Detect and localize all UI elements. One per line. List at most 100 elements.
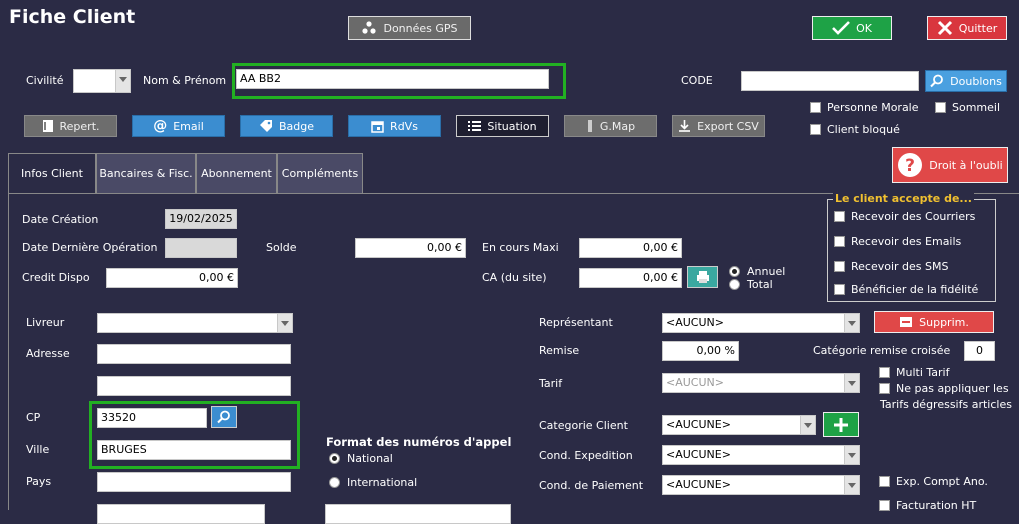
date-derniere-label: Date Dernière Opération [22,241,158,254]
tab-complements[interactable]: Compléments [277,153,363,193]
export-button[interactable]: Export CSV [672,115,765,137]
cat-remise-label: Catégorie remise croisée [813,344,951,357]
ca-field[interactable]: 0,00 € [579,268,682,288]
cond-paie-value: <AUCUNE> [666,478,731,491]
add-categorie-button[interactable] [823,412,859,437]
ca-print-button[interactable] [687,266,718,288]
cond-exp-label: Cond. Expedition [539,449,633,462]
badge-button[interactable]: Badge [240,115,333,137]
nom-field[interactable]: AA BB2 [236,69,549,89]
quit-label: Quitter [958,21,998,35]
sms-checkbox[interactable] [834,261,845,272]
representant-label: Représentant [539,316,613,329]
gmap-button[interactable]: G.Map [564,115,657,137]
cond-exp-value: <AUCUNE> [666,448,731,461]
national-radio[interactable] [329,453,340,464]
doublons-button[interactable]: Doublons [925,70,1007,92]
printer-icon [696,271,710,283]
categorie-client-value: <AUCUNE> [666,418,731,431]
repert-button[interactable]: Repert. [24,115,117,137]
email-button[interactable]: @ Email [132,115,225,137]
facturation-ht-checkbox[interactable] [879,500,890,511]
client-bloque-checkbox[interactable] [810,124,821,135]
tab-bancaires[interactable]: Bancaires & Fisc. [96,153,196,193]
adresse-label: Adresse [26,347,70,360]
total-radio[interactable] [729,279,740,290]
tab-abonnement[interactable]: Abonnement [196,153,277,193]
ne-pas-appliquer-label: Ne pas appliquer les [896,382,1009,395]
ok-button[interactable]: OK [812,16,892,40]
cp-label: CP [26,411,41,424]
emails-checkbox[interactable] [834,236,845,247]
bottom-field-1[interactable] [97,504,265,524]
ca-label: CA (du site) [482,271,547,284]
cp-field[interactable]: 33520 [97,408,207,428]
date-creation-label: Date Création [22,213,99,226]
tab-infos-client[interactable]: Infos Client [8,153,96,193]
bottom-field-2[interactable] [325,504,511,524]
book-icon [42,119,54,133]
chevron-down-icon [844,314,859,332]
solde-field[interactable]: 0,00 € [355,238,466,258]
annuel-label: Annuel [747,265,786,278]
encours-label: En cours Maxi [482,241,559,254]
supprim-label: Supprim. [919,315,969,329]
tarif-select[interactable]: <AUCUN> [662,373,860,393]
dots-icon [361,21,377,35]
multi-tarif-checkbox[interactable] [879,367,890,378]
ne-pas-appliquer-checkbox[interactable] [879,383,890,394]
livreur-select[interactable] [97,313,293,333]
cat-remise-field[interactable]: 0 [964,341,995,361]
remise-field[interactable]: 0,00 % [662,341,739,361]
civilite-select[interactable] [73,69,131,93]
calendar-icon [371,120,384,133]
cond-paie-select[interactable]: <AUCUNE> [662,475,860,495]
encours-field[interactable]: 0,00 € [579,238,682,258]
categorie-client-select[interactable]: <AUCUNE> [662,415,816,435]
personne-morale-checkbox[interactable] [810,102,821,113]
quit-button[interactable]: Quitter [927,16,1007,40]
supprim-button[interactable]: Supprim. [874,311,994,333]
adresse-field-2[interactable] [97,376,291,396]
date-creation-field: 19/02/2025 [165,209,237,229]
gps-button[interactable]: Données GPS [348,16,471,40]
gmap-label: G.Map [599,119,636,133]
representant-select[interactable]: <AUCUN> [662,313,860,333]
courriers-checkbox[interactable] [834,211,845,222]
code-field[interactable] [741,71,919,91]
cond-exp-select[interactable]: <AUCUNE> [662,445,860,465]
sommeil-checkbox[interactable] [935,102,946,113]
international-radio[interactable] [329,477,340,488]
ville-label: Ville [26,443,50,456]
facturation-ht-label: Facturation HT [896,499,977,512]
credit-field[interactable]: 0,00 € [106,268,238,288]
personne-morale-label: Personne Morale [827,101,919,114]
cp-search-button[interactable] [211,406,237,428]
search-icon [930,74,944,88]
oubli-label: Droit à l'oubli [929,158,1003,172]
adresse-field-1[interactable] [97,344,291,364]
gps-label: Données GPS [383,21,458,35]
exp-compt-label: Exp. Compt Ano. [896,475,988,488]
list-icon [468,120,482,132]
check-icon [832,21,850,35]
oubli-button[interactable]: ? Droit à l'oubli [892,147,1008,183]
ville-field[interactable]: BRUGES [97,440,291,460]
exp-compt-checkbox[interactable] [879,476,890,487]
annuel-radio[interactable] [729,266,740,277]
pays-label: Pays [26,475,52,488]
ok-label: OK [856,21,872,35]
courriers-label: Recevoir des Courriers [851,210,976,223]
fidelite-checkbox[interactable] [834,284,845,295]
rdvs-button[interactable]: RdVs [348,115,441,137]
download-icon [678,119,691,133]
chevron-down-icon [844,374,859,392]
window-title: Fiche Client [9,6,136,28]
chevron-down-icon [844,446,859,464]
situation-button[interactable]: Situation [456,115,549,137]
livreur-label: Livreur [26,316,65,329]
international-label: International [347,476,418,489]
plus-icon [833,417,849,433]
situation-label: Situation [487,119,537,133]
pays-field[interactable] [97,472,291,492]
